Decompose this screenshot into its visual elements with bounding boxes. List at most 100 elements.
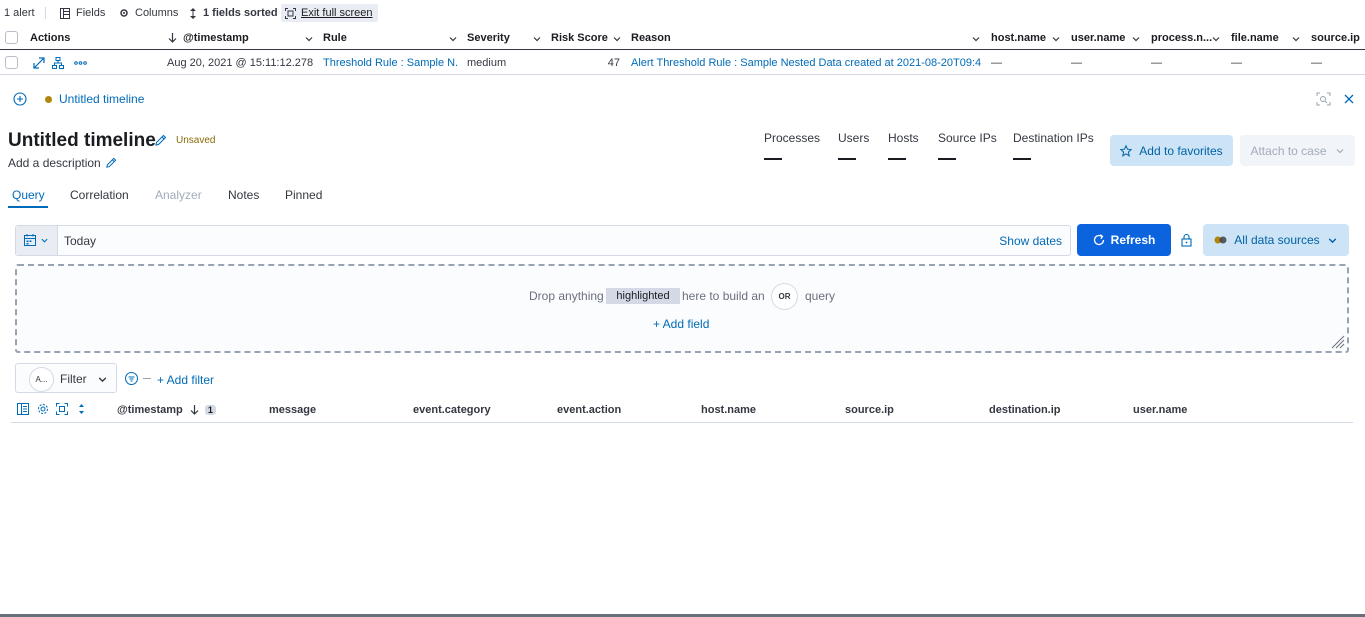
resize-handle-icon[interactable] bbox=[1331, 335, 1345, 349]
column-header-reason[interactable]: Reason bbox=[631, 32, 671, 44]
column-header-timestamp[interactable]: @timestamp bbox=[183, 32, 249, 44]
chevron-down-icon bbox=[97, 374, 108, 385]
star-icon bbox=[1120, 144, 1133, 157]
fullscreen-icon[interactable] bbox=[56, 403, 68, 415]
chevron-down-icon[interactable] bbox=[532, 34, 542, 44]
close-icon[interactable] bbox=[1343, 93, 1355, 105]
date-range-value[interactable]: Today bbox=[64, 234, 96, 248]
or-badge: OR bbox=[771, 283, 798, 310]
column-header-severity[interactable]: Severity bbox=[467, 32, 510, 44]
quick-select-button[interactable] bbox=[16, 226, 58, 255]
timeline-column-host-name[interactable]: host.name bbox=[701, 404, 756, 416]
cell-source-ip: — bbox=[1311, 57, 1322, 69]
toolbar-divider bbox=[45, 7, 46, 19]
timeline-tab-title[interactable]: Untitled timeline bbox=[59, 92, 144, 106]
column-header-file-name[interactable]: file.name bbox=[1231, 32, 1279, 44]
chevron-down-icon[interactable] bbox=[304, 34, 314, 44]
add-to-favorites-label: Add to favorites bbox=[1139, 143, 1223, 158]
sort-descending-icon bbox=[190, 405, 199, 415]
exit-full-screen-button[interactable]: Exit full screen bbox=[281, 4, 378, 22]
column-header-risk-score[interactable]: Risk Score bbox=[551, 32, 608, 44]
divider bbox=[143, 378, 151, 379]
sort-icon[interactable] bbox=[78, 403, 85, 415]
column-header-process-name[interactable]: process.n... bbox=[1151, 32, 1212, 44]
stat-users-label: Users bbox=[838, 131, 870, 145]
drop-zone-text-middle: here to build an bbox=[682, 289, 765, 303]
fields-button[interactable]: Fields bbox=[60, 6, 105, 20]
unsaved-indicator-dot bbox=[45, 96, 52, 103]
chevron-down-icon[interactable] bbox=[448, 34, 458, 44]
edit-title-pencil-icon[interactable] bbox=[154, 134, 167, 147]
columns-button[interactable]: Columns bbox=[119, 6, 178, 20]
fields-label: Fields bbox=[76, 7, 106, 19]
fields-browser-icon[interactable] bbox=[17, 403, 29, 415]
chevron-down-icon[interactable] bbox=[1211, 34, 1221, 44]
select-all-checkbox[interactable] bbox=[5, 31, 18, 44]
chevron-down-icon[interactable] bbox=[1291, 34, 1301, 44]
data-sources-selector[interactable]: All data sources bbox=[1203, 224, 1349, 256]
timeline-column-event-category[interactable]: event.category bbox=[413, 404, 491, 416]
active-tab-indicator bbox=[8, 206, 48, 208]
add-to-favorites-button[interactable]: Add to favorites bbox=[1110, 135, 1233, 166]
tab-pinned[interactable]: Pinned bbox=[285, 188, 322, 202]
add-filter-link[interactable]: + Add filter bbox=[157, 373, 214, 387]
show-dates-link[interactable]: Show dates bbox=[999, 234, 1062, 248]
exit-full-screen-label: Exit full screen bbox=[301, 7, 373, 19]
query-language-filter-box[interactable]: A... Filter bbox=[15, 363, 117, 393]
gear-icon[interactable] bbox=[37, 403, 49, 415]
column-header-rule[interactable]: Rule bbox=[323, 32, 347, 44]
timeline-column-message[interactable]: message bbox=[269, 404, 316, 416]
add-field-link[interactable]: + Add field bbox=[653, 317, 709, 331]
sort-fields-button[interactable]: 1 fields sorted bbox=[189, 6, 278, 20]
inspect-icon[interactable] bbox=[1316, 92, 1331, 106]
column-header-user-name[interactable]: user.name bbox=[1071, 32, 1125, 44]
cell-rule-link[interactable]: Threshold Rule : Sample N... bbox=[323, 57, 458, 69]
stat-destination-ips-label: Destination IPs bbox=[1013, 131, 1094, 145]
expand-icon[interactable] bbox=[33, 57, 45, 69]
alert-count-label: 1 alert bbox=[4, 7, 35, 19]
chevron-down-icon[interactable] bbox=[1051, 34, 1061, 44]
alerts-grid-header: Actions @timestamp Rule Severity Risk Sc… bbox=[0, 27, 1365, 50]
timeline-title: Untitled timeline bbox=[8, 130, 156, 151]
refresh-label: Refresh bbox=[1110, 233, 1156, 247]
drop-zone-text-before: Drop anything bbox=[529, 289, 604, 303]
stat-hosts-label: Hosts bbox=[888, 131, 919, 145]
timeline-column-destination-ip[interactable]: destination.ip bbox=[989, 404, 1061, 416]
column-header-host-name[interactable]: host.name bbox=[991, 32, 1046, 44]
data-sources-label: All data sources bbox=[1234, 233, 1320, 247]
chevron-down-icon[interactable] bbox=[971, 34, 981, 44]
filter-options-icon[interactable] bbox=[125, 372, 138, 385]
chevron-down-icon bbox=[1327, 235, 1338, 246]
tab-correlation[interactable]: Correlation bbox=[70, 188, 129, 202]
chevron-down-icon[interactable] bbox=[1131, 34, 1141, 44]
timeline-column-source-ip[interactable]: source.ip bbox=[845, 404, 894, 416]
calendar-icon bbox=[24, 234, 36, 246]
cell-reason-link[interactable]: Alert Threshold Rule : Sample Nested Dat… bbox=[631, 57, 981, 69]
lock-icon[interactable] bbox=[1181, 233, 1192, 247]
stat-source-ips-value bbox=[938, 158, 956, 160]
drop-zone-highlight-badge: highlighted bbox=[606, 288, 680, 304]
column-header-source-ip[interactable]: source.ip bbox=[1311, 32, 1360, 44]
timeline-column-event-action[interactable]: event.action bbox=[557, 404, 621, 416]
edit-description-pencil-icon[interactable] bbox=[105, 157, 117, 169]
add-description-text[interactable]: Add a description bbox=[8, 156, 101, 170]
sort-icon bbox=[189, 7, 197, 19]
refresh-button[interactable]: Refresh bbox=[1077, 224, 1171, 256]
chevron-down-icon[interactable] bbox=[612, 34, 622, 44]
row-checkbox[interactable] bbox=[5, 56, 18, 69]
tab-notes[interactable]: Notes bbox=[228, 188, 259, 202]
chevron-down-icon bbox=[1335, 146, 1345, 156]
tab-query[interactable]: Query bbox=[12, 188, 45, 202]
timeline-column-timestamp-label: @timestamp bbox=[117, 404, 183, 416]
tab-analyzer[interactable]: Analyzer bbox=[155, 188, 202, 202]
unsaved-badge: Unsaved bbox=[176, 135, 216, 146]
data-sources-icon bbox=[1214, 236, 1227, 244]
analyze-graph-icon[interactable] bbox=[52, 57, 64, 69]
column-header-actions: Actions bbox=[30, 32, 71, 44]
more-actions-icon[interactable] bbox=[74, 61, 87, 65]
timeline-column-user-name[interactable]: user.name bbox=[1133, 404, 1187, 416]
data-providers-drop-zone[interactable] bbox=[15, 264, 1349, 353]
new-timeline-icon[interactable] bbox=[13, 92, 27, 106]
attach-to-case-button[interactable]: Attach to case bbox=[1240, 135, 1355, 166]
timeline-column-timestamp[interactable]: @timestamp 1 bbox=[117, 404, 216, 416]
